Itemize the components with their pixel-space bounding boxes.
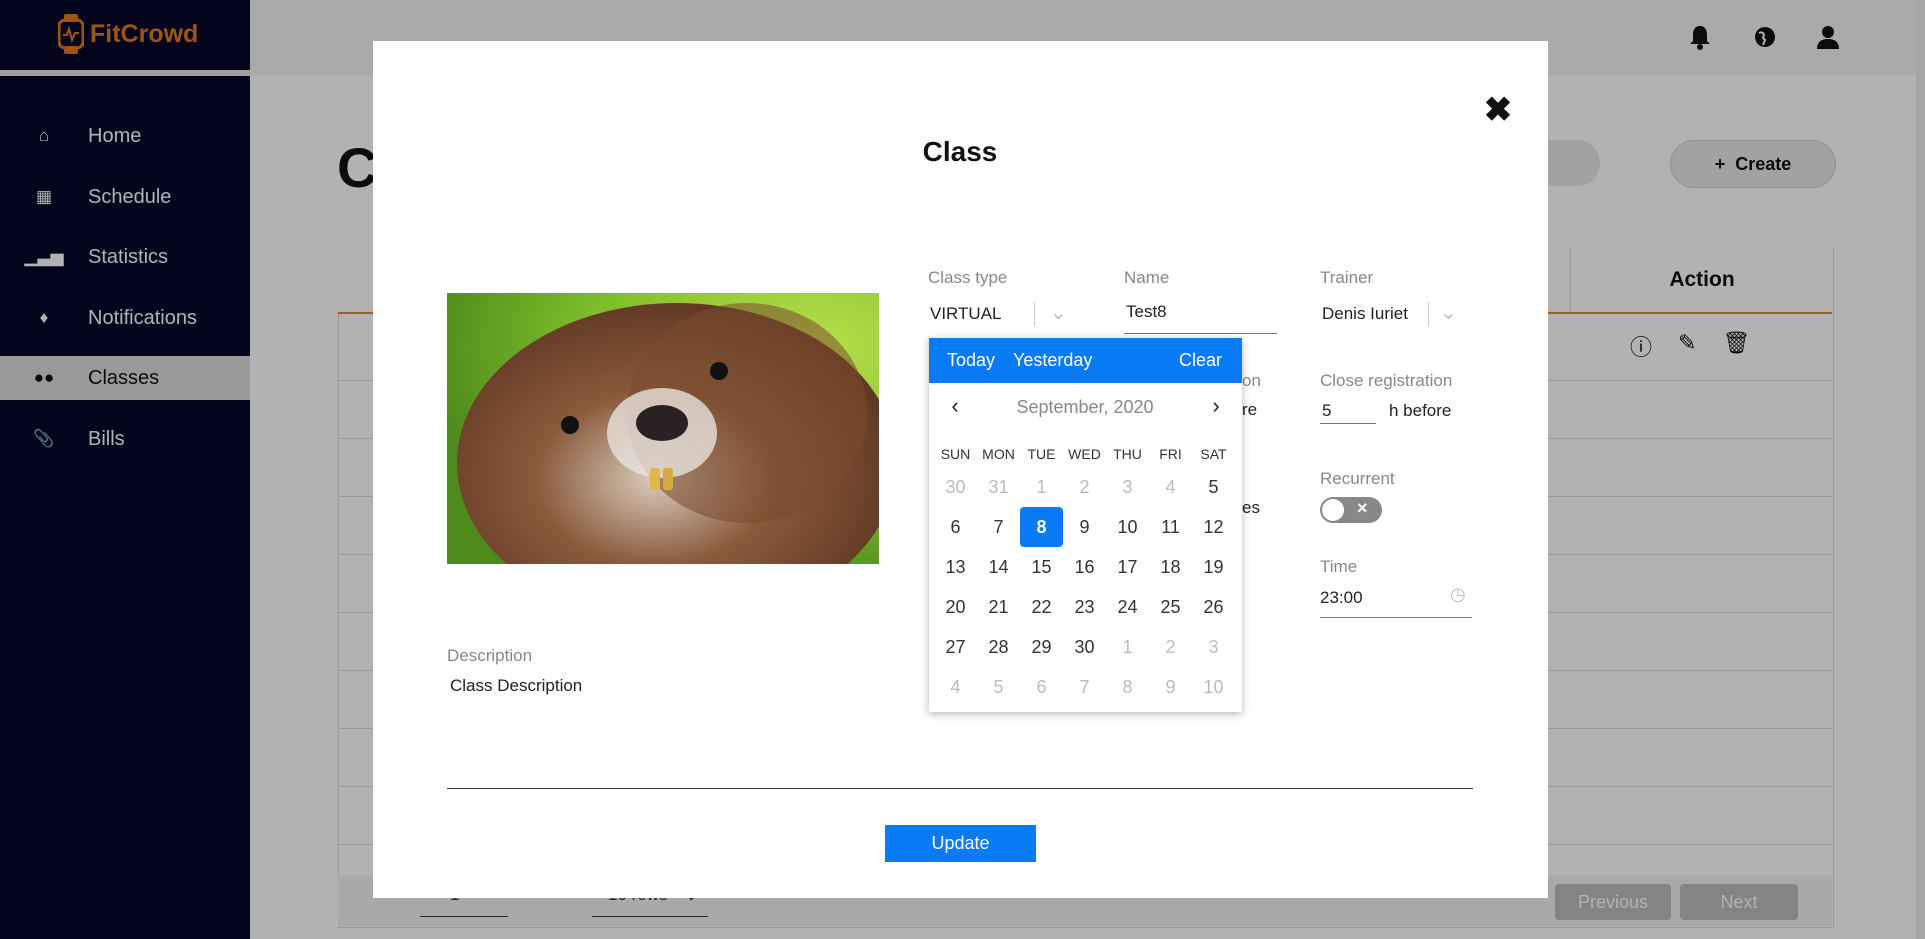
trainer-label: Trainer: [1320, 268, 1374, 287]
modal-title: Class: [922, 136, 998, 167]
calendar-day[interactable]: 20: [934, 587, 977, 627]
calendar-day[interactable]: 19: [1192, 547, 1235, 587]
calendar-day[interactable]: 9: [1149, 667, 1192, 707]
calendar-day[interactable]: 7: [1063, 667, 1106, 707]
calendar-day[interactable]: 10: [1106, 507, 1149, 547]
calendar-day[interactable]: 1: [1020, 467, 1063, 507]
calendar-day[interactable]: 26: [1192, 587, 1235, 627]
calendar-day[interactable]: 2: [1149, 627, 1192, 667]
calendar-day[interactable]: 18: [1149, 547, 1192, 587]
calendar-day[interactable]: 2: [1063, 467, 1106, 507]
weekday-label: MON: [982, 446, 1015, 462]
weekday-label: SUN: [940, 446, 971, 462]
hidden-field-label-fragment: on: [1242, 371, 1261, 390]
calendar-day[interactable]: 12: [1192, 507, 1235, 547]
calendar-day[interactable]: 13: [934, 547, 977, 587]
calendar-day[interactable]: 5: [977, 667, 1020, 707]
chevron-down-icon[interactable]: ⌄: [1050, 300, 1067, 325]
calendar-day[interactable]: 6: [1020, 667, 1063, 707]
calendar-day[interactable]: 15: [1020, 547, 1063, 587]
chevron-left-icon[interactable]: ‹: [943, 393, 967, 419]
calendar-day[interactable]: 17: [1106, 547, 1149, 587]
chevron-down-icon[interactable]: ⌄: [1440, 300, 1457, 325]
update-button[interactable]: Update: [885, 825, 1036, 862]
calendar-day[interactable]: 8: [1020, 507, 1063, 547]
calendar-day[interactable]: 4: [1149, 467, 1192, 507]
calendar-day[interactable]: 1: [1106, 627, 1149, 667]
calendar-day[interactable]: 25: [1149, 587, 1192, 627]
calendar-day[interactable]: 30: [1063, 627, 1106, 667]
select-divider: [1034, 302, 1035, 326]
time-underline: [1320, 617, 1472, 618]
class-image: [447, 293, 879, 564]
calendar-day[interactable]: 6: [934, 507, 977, 547]
name-underline: [1124, 333, 1277, 334]
today-button[interactable]: Today: [947, 338, 995, 383]
toggle-knob: [1322, 499, 1344, 521]
description-label: Description: [447, 646, 533, 665]
time-input[interactable]: 23:00: [1320, 588, 1363, 608]
close-registration-label: Close registration: [1320, 371, 1453, 390]
weekday-label: TUE: [1027, 446, 1056, 462]
calendar-day[interactable]: 30: [934, 467, 977, 507]
recurrent-toggle[interactable]: ×: [1320, 497, 1382, 523]
close-registration-suffix: h before: [1389, 401, 1452, 420]
description-underline: [447, 788, 1473, 789]
calendar-day[interactable]: 29: [1020, 627, 1063, 667]
calendar-day[interactable]: 9: [1063, 507, 1106, 547]
name-label: Name: [1124, 268, 1170, 287]
time-label: Time: [1320, 557, 1358, 576]
weekday-label: FRI: [1159, 446, 1182, 462]
calendar-day[interactable]: 7: [977, 507, 1020, 547]
class-type-label: Class type: [928, 268, 1008, 287]
recurrent-label: Recurrent: [1320, 469, 1395, 488]
hidden-field-value-fragment: re: [1242, 400, 1258, 419]
description-input[interactable]: Class Description: [450, 676, 582, 696]
chevron-right-icon[interactable]: ›: [1204, 393, 1228, 419]
calendar-day[interactable]: 8: [1106, 667, 1149, 707]
calendar-day[interactable]: 11: [1149, 507, 1192, 547]
class-type-value[interactable]: VIRTUAL: [930, 304, 1002, 324]
calendar-day[interactable]: 31: [977, 467, 1020, 507]
weekday-label: WED: [1068, 446, 1101, 462]
select-divider: [1428, 302, 1429, 326]
close-icon: ×: [1357, 498, 1368, 518]
close-registration-input[interactable]: 5: [1322, 401, 1331, 421]
name-input[interactable]: Test8: [1126, 302, 1167, 322]
calendar-day[interactable]: 10: [1192, 667, 1235, 707]
trainer-value[interactable]: Denis Iuriet: [1322, 304, 1408, 324]
calendar-day[interactable]: 4: [934, 667, 977, 707]
calendar-day[interactable]: 3: [1106, 467, 1149, 507]
month-label[interactable]: September, 2020: [1000, 397, 1170, 418]
weekday-label: SAT: [1200, 446, 1227, 462]
close-icon[interactable]: ✖: [1480, 91, 1516, 129]
calendar-day[interactable]: 28: [977, 627, 1020, 667]
calendar-day[interactable]: 3: [1192, 627, 1235, 667]
clear-button[interactable]: Clear: [1179, 338, 1222, 383]
calendar-day[interactable]: 24: [1106, 587, 1149, 627]
calendar-day[interactable]: 23: [1063, 587, 1106, 627]
weekday-label: THU: [1113, 446, 1142, 462]
calendar-day[interactable]: 14: [977, 547, 1020, 587]
calendar-day[interactable]: 22: [1020, 587, 1063, 627]
calendar-day[interactable]: 21: [977, 587, 1020, 627]
hidden-field-value-fragment: es: [1242, 498, 1260, 517]
calendar-day[interactable]: 5: [1192, 467, 1235, 507]
calendar-day[interactable]: 27: [934, 627, 977, 667]
close-registration-underline: [1320, 423, 1376, 424]
yesterday-button[interactable]: Yesterday: [1013, 338, 1092, 383]
calendar-day[interactable]: 16: [1063, 547, 1106, 587]
clock-icon[interactable]: ◷: [1450, 584, 1466, 605]
